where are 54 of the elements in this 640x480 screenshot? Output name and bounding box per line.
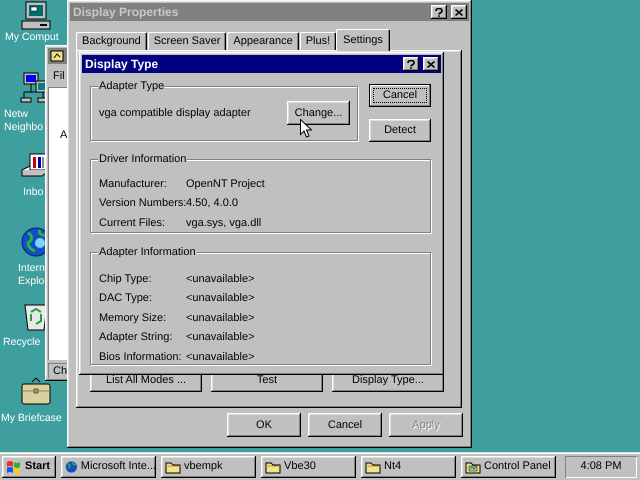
clock: 4:08 PM xyxy=(565,456,637,478)
field-value: OpenNT Project xyxy=(186,176,265,192)
field-label: DAC Type: xyxy=(99,291,153,306)
status-bar: Ch xyxy=(48,363,71,378)
menu-item[interactable]: Fil xyxy=(53,68,65,84)
field-label: Adapter String: xyxy=(99,330,174,345)
window-title: Display Properties xyxy=(73,4,178,21)
cursor-icon xyxy=(300,119,312,138)
close-button[interactable] xyxy=(423,57,439,71)
field-value: <unavailable> xyxy=(186,272,255,286)
tab[interactable]: Appearance xyxy=(227,32,299,50)
group-title: Adapter Information xyxy=(98,245,197,259)
group-title: Adapter Type xyxy=(98,79,166,93)
tab[interactable]: Background xyxy=(76,32,147,50)
windows-logo-icon xyxy=(6,460,22,474)
help-button[interactable] xyxy=(431,5,447,19)
tab[interactable]: Plus! xyxy=(300,32,336,50)
globe-icon xyxy=(65,458,78,474)
close-icon xyxy=(455,8,463,16)
taskbar-button[interactable]: Vbe30 xyxy=(261,456,356,478)
dialog-button[interactable]: OK xyxy=(227,413,301,437)
field-value: <unavailable> xyxy=(186,350,255,364)
help-button[interactable] xyxy=(403,57,419,71)
window-icon xyxy=(50,50,64,62)
window-title: Display Type xyxy=(85,56,158,73)
field-label: Manufacturer: xyxy=(99,176,168,192)
close-icon xyxy=(427,60,435,68)
close-button[interactable] xyxy=(451,5,467,19)
start-button[interactable]: Start xyxy=(2,456,56,478)
computer-icon xyxy=(20,0,52,32)
field-value: <unavailable> xyxy=(186,330,255,345)
field-label: Memory Size: xyxy=(99,310,168,326)
field-value: 4.50, 4.0.0 xyxy=(186,196,238,211)
tab[interactable]: Settings xyxy=(336,29,390,51)
dialog-button[interactable]: Cancel xyxy=(369,84,431,107)
field-label: Chip Type: xyxy=(99,272,152,286)
field-label: Current Files: xyxy=(99,216,166,230)
taskbar-button[interactable]: Control Panel xyxy=(461,456,556,478)
taskbar-button[interactable]: vbempk xyxy=(161,456,256,478)
dialog-button[interactable]: Cancel xyxy=(308,413,382,437)
change-button[interactable]: Change... xyxy=(287,101,350,125)
adapter-name: vga compatible display adapter xyxy=(99,106,251,121)
field-value: vga.sys, vga.dll xyxy=(186,216,262,230)
taskbar-button[interactable]: Nt4 xyxy=(361,456,456,478)
taskbar-button[interactable]: Microsoft Inte... xyxy=(61,456,156,478)
field-label: Bios Information: xyxy=(99,350,183,364)
field-value: <unavailable> xyxy=(186,310,255,326)
help-icon xyxy=(407,60,415,68)
help-icon xyxy=(435,8,443,16)
field-label: Version Numbers: xyxy=(99,196,186,211)
dialog-button[interactable]: Detect xyxy=(369,119,431,142)
content-text: A xyxy=(60,128,68,143)
field-value: <unavailable> xyxy=(186,291,255,306)
tab[interactable]: Screen Saver xyxy=(148,32,226,50)
